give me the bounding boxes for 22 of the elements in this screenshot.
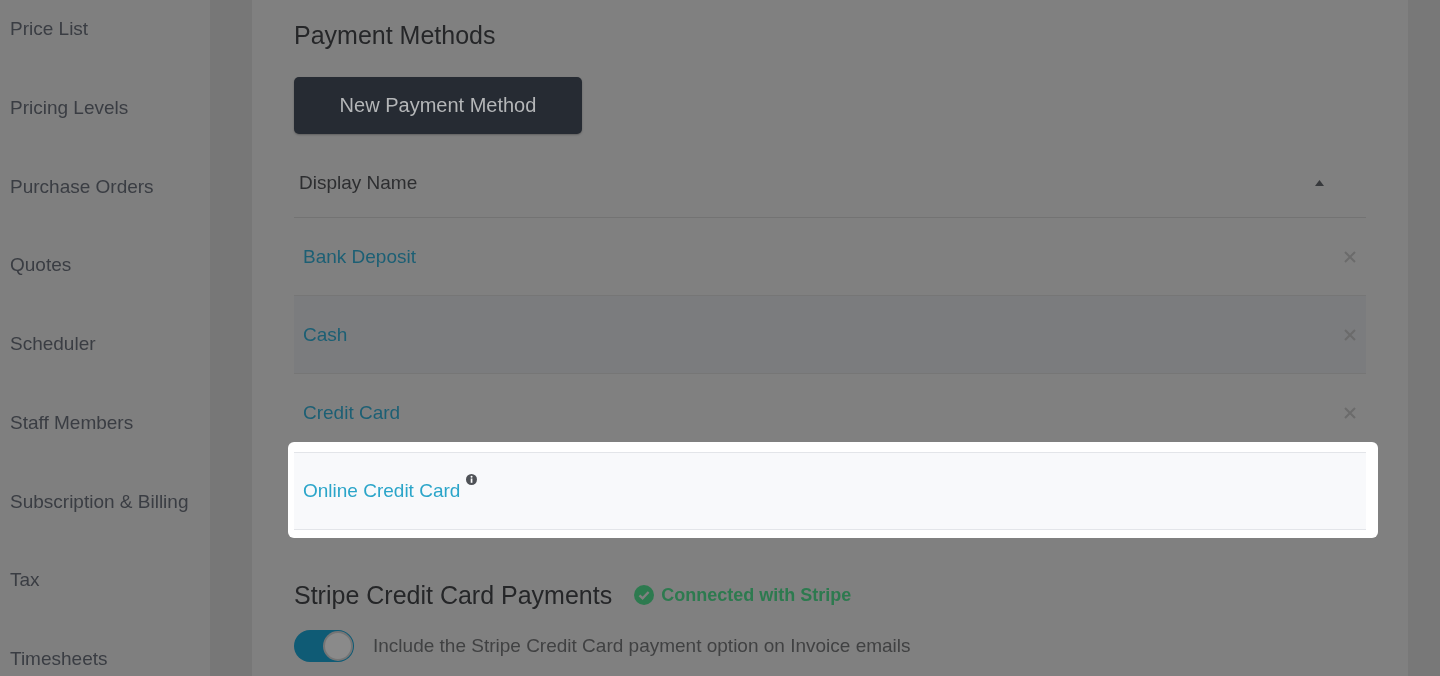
sidebar-item[interactable]: Price List <box>10 18 89 40</box>
toggle-switch[interactable] <box>294 630 354 662</box>
sidebar-item[interactable]: Timesheets <box>10 648 108 670</box>
toggle-label: Include the Stripe Credit Card payment option on Invoice emails <box>373 635 911 657</box>
sidebar-item[interactable]: Pricing Levels <box>10 96 129 119</box>
sidebar-item[interactable]: Tax <box>10 569 40 592</box>
status-text: Connected with Stripe <box>661 584 852 606</box>
section-title: Payment Methods <box>294 20 496 50</box>
sidebar-item[interactable]: Scheduler <box>10 333 96 355</box>
sidebar-item[interactable]: Staff Members <box>10 411 134 434</box>
new-payment-method-button[interactable]: New Payment Method <box>294 77 582 134</box>
info-icon[interactable] <box>466 474 478 485</box>
column-header[interactable]: Display Name <box>299 171 418 194</box>
payment-method-link[interactable]: Cash <box>303 323 348 346</box>
payment-method-link[interactable]: Credit Card <box>303 401 401 424</box>
sidebar-item[interactable]: Purchase Orders <box>10 175 154 198</box>
sidebar-item[interactable]: Subscription & Billing <box>10 490 189 513</box>
payment-method-link[interactable]: Bank Deposit <box>303 245 416 268</box>
section-title: Stripe Credit Card Payments <box>294 580 613 610</box>
payment-method-link[interactable]: Online Credit Card <box>303 480 461 502</box>
sidebar-item[interactable]: Quotes <box>10 254 72 277</box>
sort-caret-icon[interactable] <box>1315 179 1324 186</box>
